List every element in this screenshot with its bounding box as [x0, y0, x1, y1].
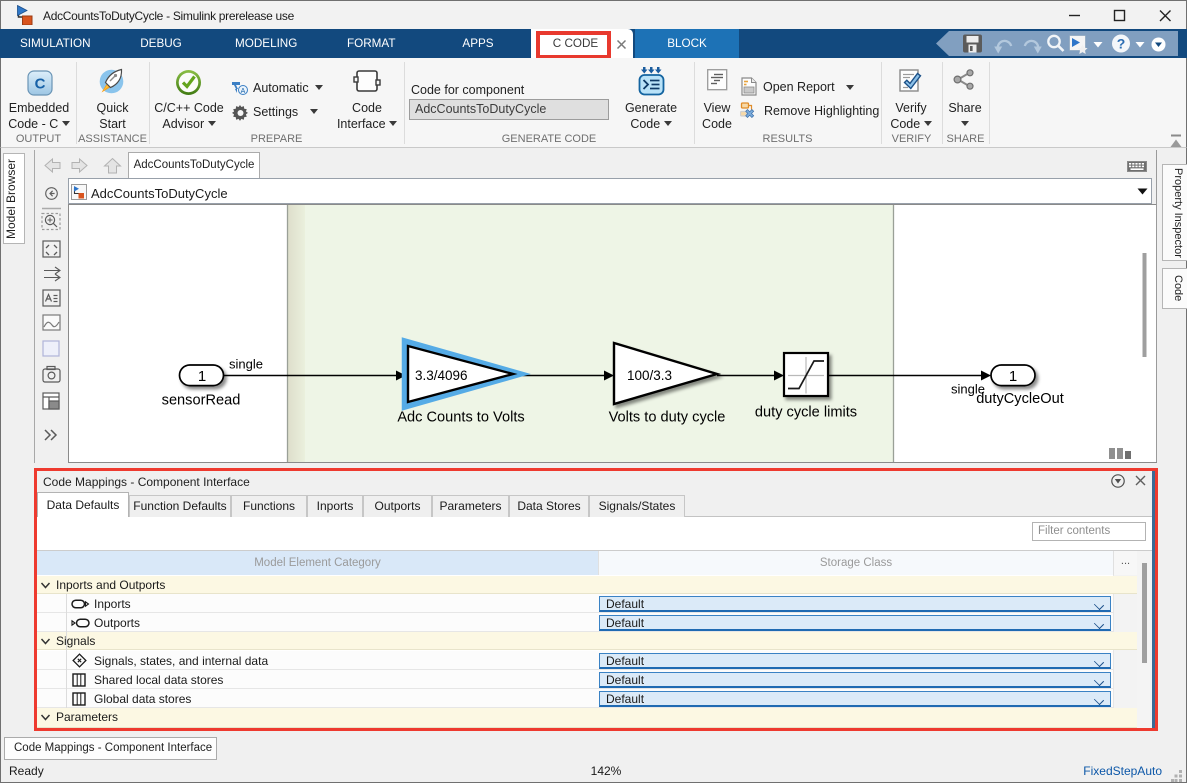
- svg-text:sensorRead: sensorRead: [162, 393, 241, 409]
- svg-text:Adc Counts to Volts: Adc Counts to Volts: [397, 410, 524, 426]
- svg-text:single: single: [229, 357, 263, 372]
- svg-text:1: 1: [1009, 368, 1017, 385]
- svg-text:3.3/4096: 3.3/4096: [415, 368, 468, 383]
- svg-text:?: ?: [1117, 36, 1126, 52]
- svg-text:A: A: [241, 88, 246, 95]
- svg-text:1: 1: [198, 368, 206, 385]
- svg-text:duty cycle limits: duty cycle limits: [755, 405, 857, 421]
- svg-text:Volts to duty cycle: Volts to duty cycle: [609, 410, 726, 426]
- svg-text:dutyCycleOut: dutyCycleOut: [976, 391, 1064, 407]
- svg-text:C: C: [35, 76, 46, 93]
- svg-text:100/3.3: 100/3.3: [627, 368, 672, 383]
